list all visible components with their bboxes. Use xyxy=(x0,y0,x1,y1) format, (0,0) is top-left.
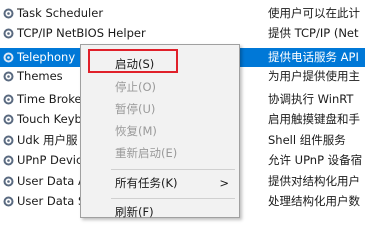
service-gear-icon xyxy=(3,176,14,187)
menu-item-refresh[interactable]: 刷新(F) xyxy=(81,201,239,223)
service-description: 处理结构化用户数 xyxy=(268,194,360,208)
start-highlight-box xyxy=(88,49,178,73)
service-description: 为用户提供使用主 xyxy=(268,69,360,83)
service-name: TCP/IP NetBIOS Helper xyxy=(17,26,146,40)
menu-separator xyxy=(111,169,235,170)
service-gear-icon xyxy=(3,155,14,166)
menu-item-all-tasks[interactable]: 所有任务(K) > xyxy=(81,172,239,194)
service-gear-icon xyxy=(3,114,14,125)
service-row[interactable]: TCP/IP NetBIOS Helper 提供 TCP/IP (Net xyxy=(0,24,365,43)
service-description: 提供 TCP/IP (Net xyxy=(268,26,359,40)
menu-separator xyxy=(111,198,235,199)
service-description: Shell 组件服务 xyxy=(268,133,346,147)
service-description: 使用户可以在此计 xyxy=(268,6,360,20)
service-gear-icon xyxy=(3,135,14,146)
service-row[interactable]: Task Scheduler 使用户可以在此计 xyxy=(0,4,365,23)
service-name: Task Scheduler xyxy=(17,6,104,20)
menu-item-pause[interactable]: 暂停(U) xyxy=(81,98,239,120)
service-gear-icon xyxy=(3,52,14,63)
menu-item-stop[interactable]: 停止(O) xyxy=(81,76,239,98)
service-description: 允许 UPnP 设备宿 xyxy=(268,153,363,167)
menu-item-resume[interactable]: 恢复(M) xyxy=(81,120,239,142)
menu-item-all-tasks-label: 所有任务(K) xyxy=(115,176,178,190)
service-gear-icon xyxy=(3,8,14,19)
service-gear-icon xyxy=(3,71,14,82)
service-description: 协调执行 WinRT xyxy=(268,92,354,106)
service-description: 提供电话服务 API xyxy=(268,50,359,64)
menu-item-restart[interactable]: 重新启动(E) xyxy=(81,142,239,164)
submenu-arrow-icon: > xyxy=(219,176,229,190)
service-gear-icon xyxy=(3,94,14,105)
service-gear-icon xyxy=(3,196,14,207)
service-description: 提供对结构化用户 xyxy=(268,174,360,188)
service-gear-icon xyxy=(3,28,14,39)
service-description: 启用触摸键盘和手 xyxy=(268,112,360,126)
